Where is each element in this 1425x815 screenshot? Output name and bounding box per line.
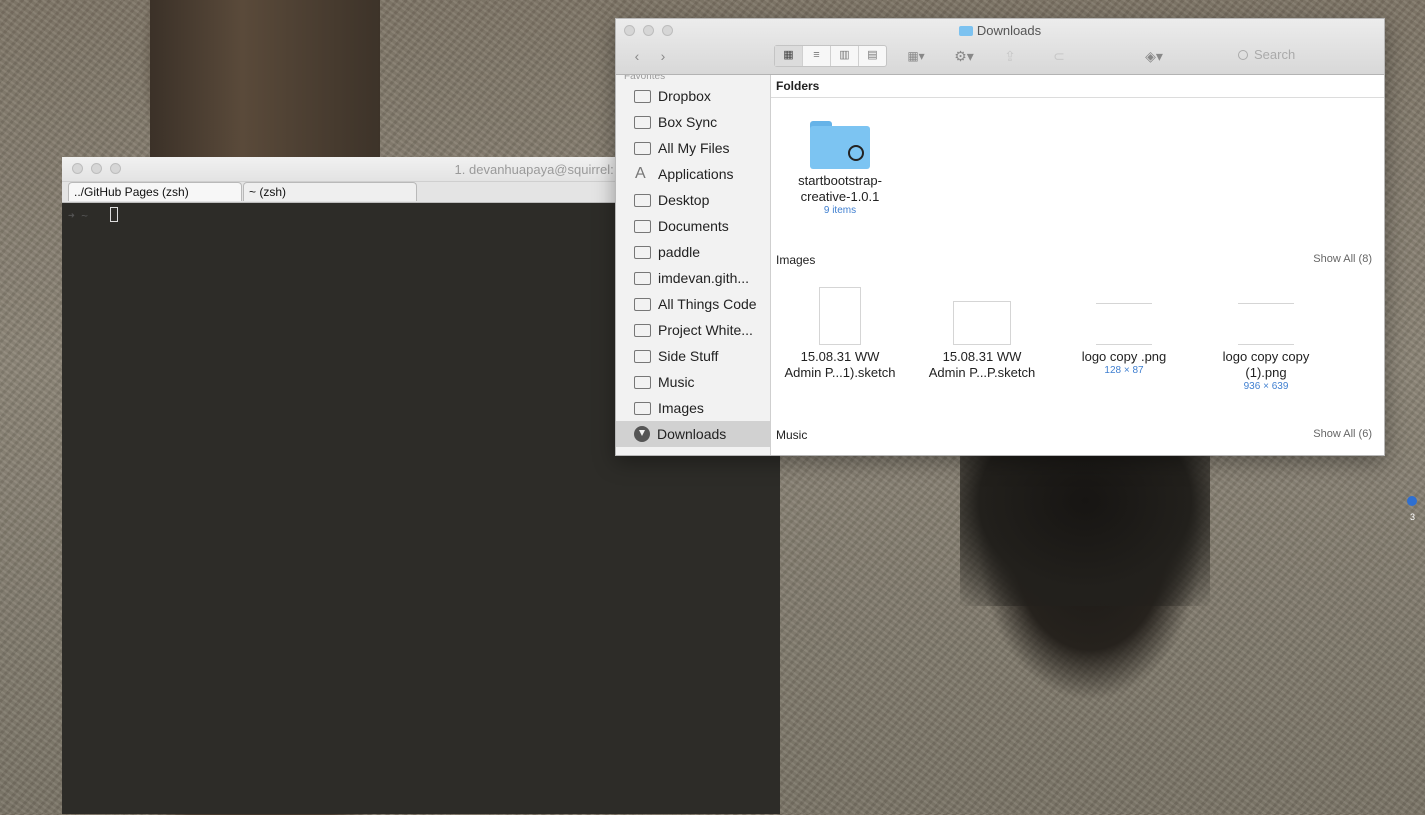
- sidebar-item-label: Music: [658, 374, 695, 390]
- share-icon[interactable]: ⇪: [1000, 46, 1020, 66]
- logo-thumbnail: [1238, 303, 1294, 345]
- sidebar-item-label: paddle: [658, 244, 701, 260]
- sidebar-item-applications[interactable]: Applications: [616, 161, 770, 187]
- item-name: logo copy copy (1).png: [1222, 349, 1310, 380]
- desktop-drive-icon[interactable]: [1407, 496, 1417, 506]
- section-heading-music: Music: [776, 428, 808, 442]
- tree-trunk: [150, 0, 380, 160]
- sidebar-item-label: Documents: [658, 218, 729, 234]
- sidebar-item-label: Project White...: [658, 322, 753, 338]
- window-title-text: Downloads: [976, 23, 1042, 38]
- finder-window[interactable]: Downloads ‹ › ▦ ≡ ▥ ▤ ▦▾ ⚙▾ ⇪ ⊂ ◈▾ Searc…: [615, 18, 1385, 456]
- sidebar-item-side-stuff[interactable]: Side Stuff: [616, 343, 770, 369]
- finder-content: Folders startbootstrap-creative-1.0.1 9 …: [771, 75, 1384, 455]
- folder-icon: [634, 323, 651, 337]
- image-item[interactable]: 15.08.31 WW Admin P...1).sketch: [775, 287, 905, 381]
- applications-icon: [634, 165, 651, 183]
- sidebar-item-desktop[interactable]: Desktop: [616, 187, 770, 213]
- search-placeholder: Search: [1254, 47, 1296, 62]
- sidebar-item-label: Applications: [658, 166, 734, 182]
- search-icon: [1238, 50, 1248, 60]
- icon-view-icon[interactable]: ▦: [775, 46, 803, 66]
- all-files-icon: [634, 141, 651, 155]
- sidebar-item-all-things-code[interactable]: All Things Code: [616, 291, 770, 317]
- section-divider: [771, 97, 1384, 98]
- sidebar-item-label: All Things Code: [658, 296, 757, 312]
- desktop-icon: [634, 193, 651, 207]
- sidebar-item-images[interactable]: Images: [616, 395, 770, 421]
- item-count: 9 items: [823, 205, 857, 216]
- folder-icon: [958, 26, 973, 36]
- bear-paw: [960, 456, 1210, 606]
- tags-icon[interactable]: ⊂: [1048, 46, 1070, 66]
- arrange-icon[interactable]: ▦▾: [901, 46, 931, 66]
- section-heading-images: Images: [776, 253, 816, 267]
- sidebar-item-label: Side Stuff: [658, 348, 719, 364]
- sidebar-item-project-white[interactable]: Project White...: [616, 317, 770, 343]
- image-item[interactable]: 15.08.31 WW Admin P...P.sketch: [917, 287, 1047, 381]
- search-field[interactable]: Search: [1238, 45, 1374, 65]
- sidebar-item-dropbox[interactable]: Dropbox: [616, 83, 770, 109]
- item-name: 15.08.31 WW Admin P...1).sketch: [784, 349, 896, 380]
- sidebar-item-downloads[interactable]: Downloads: [616, 421, 770, 447]
- folder-icon: [634, 375, 651, 389]
- window-title: Downloads: [616, 23, 1384, 38]
- sidebar-item-box-sync[interactable]: Box Sync: [616, 109, 770, 135]
- downloads-icon: [634, 426, 650, 442]
- folder-icon: [634, 297, 651, 311]
- item-name: startbootstrap-creative-1.0.1: [798, 173, 882, 204]
- folder-icon: [634, 271, 651, 285]
- show-all-images-link[interactable]: Show All (8): [1313, 253, 1372, 265]
- sidebar-item-label: imdevan.gith...: [658, 270, 750, 286]
- folder-icon: [634, 401, 651, 415]
- dropbox-icon[interactable]: ◈▾: [1138, 46, 1170, 66]
- forward-icon[interactable]: ›: [656, 46, 670, 66]
- folder-item[interactable]: startbootstrap-creative-1.0.1 9 items: [775, 121, 905, 216]
- terminal-tab-github-pages[interactable]: ../GitHub Pages (zsh): [68, 182, 242, 201]
- show-all-music-link[interactable]: Show All (6): [1313, 428, 1372, 440]
- documents-icon: [634, 219, 651, 233]
- image-dimensions: 128 × 87: [1104, 365, 1144, 376]
- shell-prompt: ➜ ~: [68, 209, 88, 222]
- image-item[interactable]: logo copy copy (1).png 936 × 639: [1201, 287, 1331, 392]
- desktop-badge: 3: [1410, 512, 1416, 522]
- finder-sidebar: Favorites Dropbox Box Sync All My Files …: [616, 75, 771, 455]
- sidebar-item-label: All My Files: [658, 140, 730, 156]
- sidebar-item-label: Box Sync: [658, 114, 718, 130]
- mouse-pointer-icon: [848, 145, 864, 161]
- cover-flow-icon[interactable]: ▤: [859, 46, 886, 66]
- sidebar-item-documents[interactable]: Documents: [616, 213, 770, 239]
- terminal-tab-home[interactable]: ~ (zsh): [243, 182, 417, 201]
- sidebar-item-paddle[interactable]: paddle: [616, 239, 770, 265]
- text-cursor: [110, 207, 118, 222]
- folder-icon: [634, 115, 651, 129]
- folder-icon: [634, 245, 651, 259]
- list-view-icon[interactable]: ≡: [803, 46, 831, 66]
- logo-thumbnail: [1096, 303, 1152, 345]
- view-mode-control: ▦ ≡ ▥ ▤: [774, 45, 887, 67]
- action-gear-icon[interactable]: ⚙▾: [948, 46, 980, 66]
- sidebar-item-all-my-files[interactable]: All My Files: [616, 135, 770, 161]
- folder-icon: [810, 121, 870, 169]
- finder-toolbar: Downloads ‹ › ▦ ≡ ▥ ▤ ▦▾ ⚙▾ ⇪ ⊂ ◈▾ Searc…: [616, 19, 1384, 75]
- sidebar-item-music[interactable]: Music: [616, 369, 770, 395]
- image-dimensions: 936 × 639: [1243, 381, 1289, 392]
- sidebar-item-label: Desktop: [658, 192, 710, 208]
- sidebar-item-label: Dropbox: [658, 88, 711, 104]
- item-name: 15.08.31 WW Admin P...P.sketch: [928, 349, 1036, 380]
- sidebar-header: Favorites: [624, 75, 666, 82]
- sidebar-item-label: Downloads: [657, 426, 727, 442]
- section-heading-folders: Folders: [776, 79, 820, 93]
- sketch-thumbnail: [819, 287, 861, 345]
- item-name: logo copy .png: [1081, 349, 1167, 364]
- back-icon[interactable]: ‹: [630, 46, 644, 66]
- folder-icon: [634, 89, 651, 103]
- folder-icon: [634, 349, 651, 363]
- sidebar-item-imdevan[interactable]: imdevan.gith...: [616, 265, 770, 291]
- sketch-thumbnail: [953, 301, 1011, 345]
- image-item[interactable]: logo copy .png 128 × 87: [1059, 287, 1189, 376]
- column-view-icon[interactable]: ▥: [831, 46, 859, 66]
- sidebar-item-label: Images: [658, 400, 704, 416]
